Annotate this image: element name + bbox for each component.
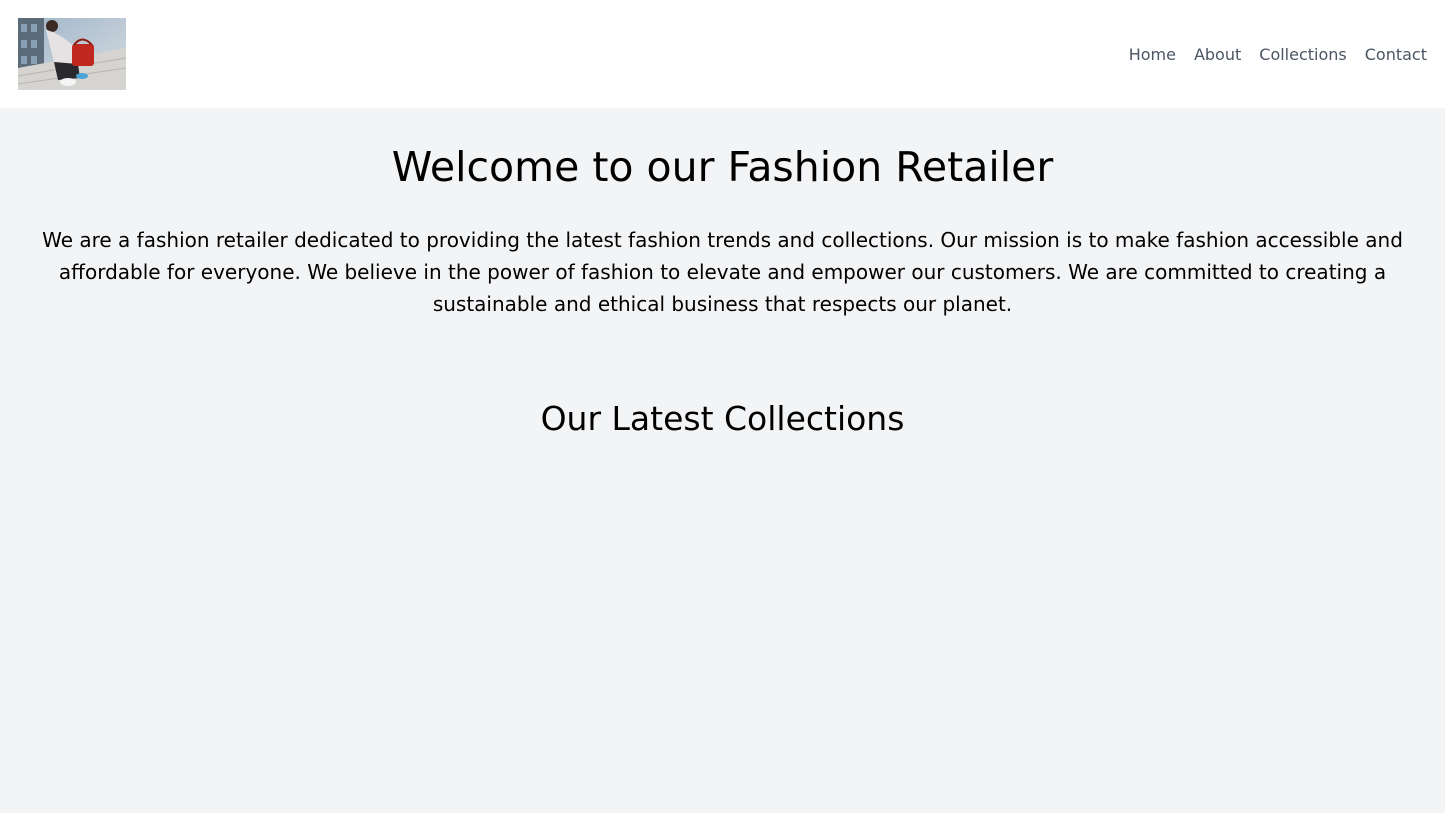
nav-contact-link[interactable]: Contact [1365,45,1427,64]
logo-image[interactable] [18,18,126,90]
main-nav: Home About Collections Contact [1129,45,1427,64]
nav-home-link[interactable]: Home [1129,45,1176,64]
mission-text: We are a fashion retailer dedicated to p… [42,228,1403,316]
page-title: Welcome to our Fashion Retailer [391,143,1054,191]
collections-heading: Our Latest Collections [540,399,905,438]
nav-about-link[interactable]: About [1194,45,1241,64]
site-header: Home About Collections Contact [0,0,1445,108]
main-content: Welcome to our Fashion Retailer We are a… [0,142,1445,441]
nav-collections-link[interactable]: Collections [1259,45,1346,64]
